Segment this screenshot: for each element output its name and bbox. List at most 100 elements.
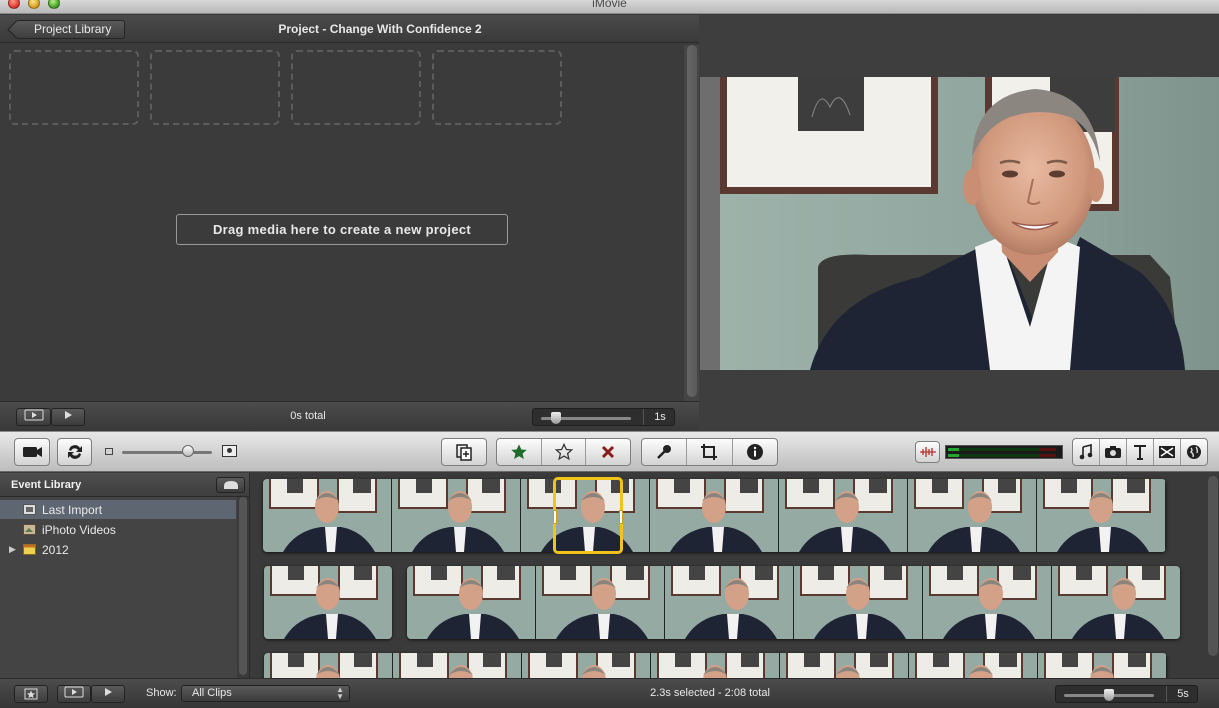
large-thumbnail-icon <box>222 445 237 457</box>
clip-frame-thumbnail <box>393 653 522 678</box>
title-text-icon <box>1134 445 1146 460</box>
drive-icon <box>223 481 238 489</box>
scrollbar-thumb[interactable] <box>239 497 247 675</box>
clip-filmstrip[interactable] <box>263 479 1166 552</box>
zoom-slider-knob[interactable] <box>551 412 561 424</box>
show-label: Show: <box>146 687 177 699</box>
audio-level-meter <box>945 445 1063 459</box>
unmark-button[interactable] <box>542 439 587 465</box>
disclosure-triangle-icon[interactable]: ▶ <box>9 544 16 555</box>
clips-zoom-control: 5s <box>1055 685 1198 703</box>
play-fullscreen-button[interactable] <box>57 685 91 703</box>
clip-thumbnails <box>264 566 392 639</box>
swap-icon <box>67 445 82 459</box>
swap-events-projects-button[interactable] <box>57 438 92 466</box>
divider <box>643 409 644 425</box>
mark-favorite-button[interactable] <box>497 439 542 465</box>
event-library-scrollbar[interactable] <box>237 497 249 678</box>
transition-icon <box>1159 446 1175 458</box>
clip-thumbnails <box>263 479 1166 552</box>
music-browser-button[interactable] <box>1073 439 1100 465</box>
calendar-icon <box>23 544 36 555</box>
music-icon <box>1079 444 1093 460</box>
project-zoom-control: 1s <box>532 408 675 426</box>
app-title: iMovie <box>592 0 627 10</box>
small-thumbnail-icon <box>105 448 113 455</box>
play-fullscreen-icon <box>24 409 43 421</box>
bottom-bar: Show: All Clips ▲ ▼ 2.3s selected - 2:08 … <box>0 678 1219 708</box>
transitions-browser-button[interactable] <box>1154 439 1181 465</box>
maps-browser-button[interactable] <box>1181 439 1207 465</box>
scrollbar-thumb[interactable] <box>687 45 697 397</box>
clip-filmstrip[interactable] <box>264 566 392 639</box>
zoom-slider-knob[interactable] <box>1104 689 1114 701</box>
audio-skimming-button[interactable] <box>915 441 940 463</box>
clip-frame-thumbnail <box>264 653 393 678</box>
project-library-button[interactable]: Project Library <box>16 20 125 39</box>
event-item-last-import[interactable]: Last Import <box>0 500 236 519</box>
clip-frame-thumbnail <box>909 653 1038 678</box>
event-item-iphoto-videos[interactable]: iPhoto Videos <box>0 520 236 539</box>
main-toolbar <box>0 431 1219 472</box>
photo-browser-button[interactable] <box>1100 439 1127 465</box>
clip-filmstrip[interactable] <box>264 653 1167 678</box>
event-library-title: Event Library <box>11 479 82 491</box>
clip-frame-thumbnail <box>780 653 909 678</box>
reject-button[interactable] <box>586 439 630 465</box>
clips-scrollbar[interactable] <box>1207 476 1219 678</box>
voiceover-button[interactable] <box>642 439 688 465</box>
select-arrows-icon: ▲ ▼ <box>336 685 344 701</box>
event-item-label: iPhoto Videos <box>42 523 116 537</box>
scrollbar-thumb[interactable] <box>1208 476 1218 656</box>
clip-filmstrip[interactable] <box>407 566 1180 639</box>
empty-clip-slot <box>150 50 280 125</box>
titles-browser-button[interactable] <box>1127 439 1154 465</box>
imovie-window: iMovie Project Library Project - Change … <box>0 0 1219 708</box>
clip-frame-thumbnail <box>923 566 1052 639</box>
selection-status: 2.3s selected - 2:08 total <box>650 687 770 699</box>
drag-media-hint[interactable]: Drag media here to create a new project <box>176 214 508 245</box>
selection-left-handle[interactable] <box>553 510 557 524</box>
show-hide-drives-button[interactable] <box>216 477 245 493</box>
clip-frame-thumbnail <box>908 479 1037 552</box>
empty-clip-slot <box>291 50 421 125</box>
project-header: Project Library Project - Change With Co… <box>0 15 699 43</box>
camera-import-icon <box>23 447 42 457</box>
selection-right-handle[interactable] <box>619 510 623 524</box>
event-item-2012[interactable]: ▶ 2012 <box>0 540 236 559</box>
favorites-filter-button[interactable] <box>14 685 48 703</box>
thumbnail-size-slider-track[interactable] <box>122 451 212 454</box>
thumbnail-size-slider-knob[interactable] <box>182 445 194 457</box>
meter-channel-left <box>948 448 1056 451</box>
selection-range-highlight[interactable] <box>553 477 623 554</box>
import-camera-button[interactable] <box>14 438 50 466</box>
empty-clip-slot <box>432 50 562 125</box>
clip-frame-thumbnail <box>522 653 651 678</box>
clip-thumbnails <box>407 566 1180 639</box>
clip-frame-thumbnail <box>1038 653 1167 678</box>
project-title: Project - Change With Confidence 2 <box>278 22 482 36</box>
add-to-project-button[interactable] <box>441 438 487 466</box>
event-browser-clips <box>251 473 1219 678</box>
play-button[interactable] <box>91 685 125 703</box>
play-button[interactable] <box>51 408 85 426</box>
zoom-value: 1s <box>654 411 666 423</box>
clip-frame-thumbnail <box>263 479 392 552</box>
clip-frame-thumbnail <box>407 566 536 639</box>
clip-frame-thumbnail <box>264 566 392 639</box>
microphone-icon <box>657 445 672 459</box>
show-clips-select[interactable]: All Clips ▲ ▼ <box>181 685 350 702</box>
clip-frame-thumbnail <box>650 479 779 552</box>
crop-button[interactable] <box>687 439 733 465</box>
clip-frame-thumbnail <box>651 653 780 678</box>
map-globe-icon <box>1187 445 1201 459</box>
play-icon <box>65 411 72 419</box>
film-icon <box>23 504 36 515</box>
unmark-star-icon <box>554 443 573 461</box>
inspector-button[interactable] <box>733 439 777 465</box>
tool-button-group <box>641 438 778 466</box>
project-scrollbar[interactable] <box>684 45 699 401</box>
waveform-icon <box>919 447 936 457</box>
reject-x-icon <box>602 445 615 459</box>
play-fullscreen-button[interactable] <box>16 408 51 426</box>
